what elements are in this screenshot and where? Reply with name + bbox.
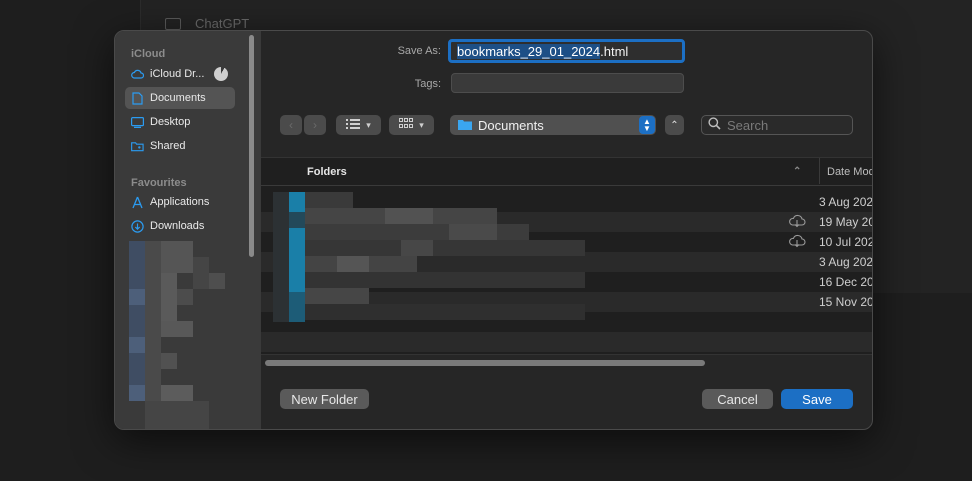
forward-button[interactable]: › [304, 115, 326, 135]
cancel-button[interactable]: Cancel [702, 389, 773, 409]
filename-selected-text: bookmarks_29_01_2024 [457, 43, 601, 59]
shared-folder-icon [131, 140, 144, 153]
background-sidebar-item: ChatGPT [165, 16, 249, 31]
desktop-icon [131, 116, 144, 129]
save-as-label: Save As: [397, 45, 441, 57]
save-dialog: iCloud iCloud Dr... Documents Desktop Sh… [114, 30, 873, 430]
tags-field[interactable] [451, 73, 684, 93]
sidebar-item-icloud-drive[interactable]: iCloud Dr... [125, 63, 235, 85]
location-popup[interactable]: Documents ▲ ▼ [450, 115, 656, 135]
collapse-button[interactable]: ⌃ [665, 115, 684, 135]
sidebar-item-applications[interactable]: Applications [125, 191, 235, 213]
sidebar-section-icloud: iCloud [131, 48, 166, 60]
chevron-right-icon: › [313, 118, 317, 132]
save-button[interactable]: Save [781, 389, 853, 409]
tags-label: Tags: [414, 78, 441, 90]
sidebar: iCloud iCloud Dr... Documents Desktop Sh… [115, 31, 261, 429]
grid-view-icon [399, 118, 414, 132]
sidebar-item-desktop[interactable]: Desktop [125, 111, 235, 133]
popup-stepper-icon: ▲ ▼ [639, 116, 655, 134]
sidebar-item-shared[interactable]: Shared [125, 135, 235, 157]
horizontal-scroll-thumb[interactable] [265, 360, 705, 366]
chevron-up-icon: ⌃ [670, 119, 679, 131]
folder-icon [165, 17, 181, 30]
search-field[interactable]: Search [701, 115, 853, 135]
filename-extension-text: .html [600, 43, 629, 59]
list-header: Folders ⌃ Date Modi [261, 158, 872, 186]
downloads-icon [131, 219, 144, 233]
new-folder-button[interactable]: New Folder [280, 389, 369, 409]
column-header-folders[interactable]: Folders [307, 166, 347, 178]
sidebar-item-downloads[interactable]: Downloads [125, 215, 235, 237]
horizontal-scrollbar[interactable] [261, 354, 872, 370]
cloud-download-icon[interactable] [788, 214, 806, 231]
cloud-icon [131, 68, 144, 81]
sidebar-section-favourites: Favourites [131, 177, 187, 189]
grid-view-button[interactable]: ▾ [389, 115, 434, 135]
list-view-icon [346, 118, 361, 132]
upload-progress-indicator [214, 67, 229, 81]
document-icon [131, 91, 144, 105]
blue-folder-icon [458, 118, 472, 133]
sidebar-item-documents[interactable]: Documents [125, 87, 235, 109]
cloud-download-icon[interactable] [788, 234, 806, 251]
save-as-field[interactable]: bookmarks_29_01_2024 .html [448, 39, 685, 63]
file-list: Folders ⌃ Date Modi 3 Aug 202 19 May 20 … [261, 157, 872, 370]
list-view-button[interactable]: ▾ [336, 115, 381, 135]
sidebar-scrollbar[interactable] [249, 35, 254, 257]
back-button[interactable]: ‹ [280, 115, 302, 135]
chevron-down-icon: ▾ [366, 119, 371, 130]
column-header-date-modified[interactable]: Date Modi [819, 158, 872, 184]
table-row [261, 332, 872, 352]
chevron-left-icon: ‹ [289, 118, 293, 132]
applications-icon [131, 196, 144, 209]
search-icon [708, 117, 721, 133]
chevron-down-icon: ▾ [419, 119, 424, 130]
sort-chevron-icon: ⌃ [793, 166, 802, 177]
